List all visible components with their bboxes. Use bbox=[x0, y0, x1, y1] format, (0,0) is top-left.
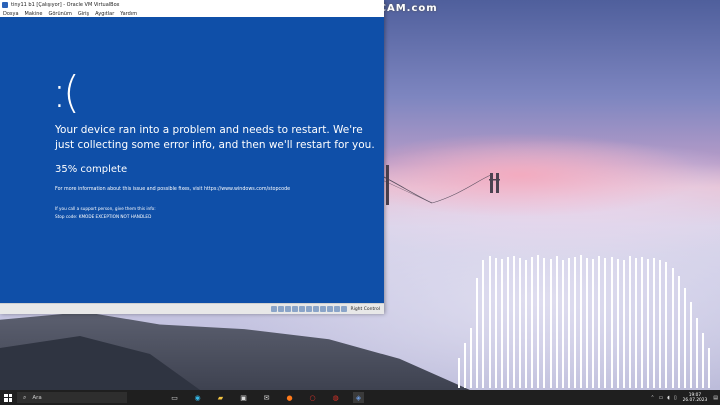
mail-icon[interactable]: ✉ bbox=[261, 392, 272, 403]
visualizer-bar bbox=[641, 257, 643, 388]
visualizer-bar bbox=[567, 258, 570, 388]
visualizer-bar bbox=[610, 257, 613, 388]
visualizer-bar bbox=[695, 318, 698, 388]
virtualbox-window[interactable]: tiny11 b1 [Çalışıyor] - Oracle VM Virtua… bbox=[0, 0, 384, 314]
visualizer-bar bbox=[586, 258, 589, 388]
visualizer-bar bbox=[671, 268, 674, 388]
battery-tray-icon[interactable]: ▯ bbox=[674, 395, 677, 401]
notifications-icon[interactable]: ▤ bbox=[713, 395, 718, 401]
virtualbox-taskbar-icon[interactable]: ◈ bbox=[353, 392, 364, 403]
bsod-progress: 35% complete bbox=[55, 164, 128, 175]
mouse-integration-icon[interactable] bbox=[334, 306, 341, 312]
visualizer-bar bbox=[555, 256, 558, 388]
store-icon[interactable]: ▣ bbox=[238, 392, 249, 403]
visualizer-bar bbox=[580, 255, 582, 388]
visualizer-bar bbox=[708, 348, 711, 388]
shared-folders-icon[interactable] bbox=[306, 306, 313, 312]
visualizer-bar bbox=[537, 255, 540, 388]
visualizer-bar bbox=[592, 259, 595, 388]
visualizer-bar bbox=[561, 260, 564, 388]
audio-visualizer bbox=[458, 250, 720, 388]
recording-icon[interactable] bbox=[320, 306, 327, 312]
tray-chevron-icon[interactable]: ⌃ bbox=[650, 395, 654, 401]
audio-icon[interactable] bbox=[285, 306, 292, 312]
record-icon[interactable]: ◍ bbox=[330, 392, 341, 403]
taskbar-search[interactable]: ⌕ Ara bbox=[17, 392, 127, 403]
cpu-icon[interactable] bbox=[327, 306, 334, 312]
visualizer-bar bbox=[634, 258, 637, 388]
visualizer-bar bbox=[628, 256, 631, 388]
visualizer-bar bbox=[470, 328, 473, 388]
visualizer-bar bbox=[464, 343, 467, 388]
visualizer-bar bbox=[622, 260, 625, 388]
visualizer-bar bbox=[512, 256, 515, 388]
visualizer-bar bbox=[659, 260, 662, 388]
system-tray: ⌃ ▭ ◖ ▯ 19:07 26.07.2023 ▤ bbox=[648, 393, 720, 403]
taskbar-clock[interactable]: 19:07 26.07.2023 bbox=[683, 393, 708, 403]
vm-statusbar: Right Control bbox=[0, 303, 384, 314]
visualizer-bar bbox=[616, 259, 619, 388]
folder-icon[interactable]: ▰ bbox=[215, 392, 226, 403]
volume-tray-icon[interactable]: ◖ bbox=[667, 395, 670, 401]
task-view-icon[interactable]: ▭ bbox=[169, 392, 180, 403]
visualizer-bar bbox=[689, 302, 692, 388]
start-button[interactable] bbox=[4, 393, 12, 402]
visualizer-bar bbox=[598, 256, 601, 388]
bsod-stop-code: Stop code: KMODE EXCEPTION NOT HANDLED bbox=[55, 214, 152, 219]
window-title: tiny11 b1 [Çalışıyor] - Oracle VM Virtua… bbox=[11, 2, 120, 8]
windows-logo-icon bbox=[4, 393, 8, 397]
vm-display[interactable]: :( Your device ran into a problem and ne… bbox=[0, 17, 384, 303]
visualizer-bar bbox=[488, 256, 491, 388]
visualizer-bar bbox=[573, 257, 576, 388]
taskbar: ⌕ Ara ▭ ◉ ▰ ▣ ✉ ● ○ ◍ ◈ ⌃ ▭ ◖ ▯ 19:07 26… bbox=[0, 390, 720, 405]
bsod-message: Your device ran into a problem and needs… bbox=[55, 124, 375, 151]
display-icon[interactable] bbox=[313, 306, 320, 312]
search-icon: ⌕ bbox=[23, 393, 27, 401]
visualizer-bar bbox=[702, 333, 704, 388]
optical-drive-icon[interactable] bbox=[278, 306, 285, 312]
network-icon[interactable] bbox=[292, 306, 299, 312]
edge-icon[interactable]: ◉ bbox=[192, 392, 203, 403]
visualizer-bar bbox=[494, 258, 497, 388]
visualizer-bar bbox=[506, 257, 509, 388]
search-placeholder: Ara bbox=[32, 394, 42, 401]
network-tray-icon[interactable]: ▭ bbox=[659, 395, 664, 401]
keyboard-icon[interactable] bbox=[341, 306, 348, 312]
visualizer-bar bbox=[647, 259, 650, 388]
visualizer-bar bbox=[653, 258, 656, 388]
visualizer-bar bbox=[519, 258, 521, 388]
visualizer-bar bbox=[531, 257, 534, 388]
virtualbox-icon bbox=[2, 2, 8, 8]
visualizer-bar bbox=[458, 358, 460, 388]
visualizer-bar bbox=[665, 262, 668, 388]
firefox-icon[interactable]: ● bbox=[284, 392, 295, 403]
visualizer-bar bbox=[482, 260, 485, 388]
wallpaper-bridge bbox=[380, 165, 500, 205]
sad-face: :( bbox=[52, 67, 80, 118]
visualizer-bar bbox=[500, 259, 503, 388]
usb-icon[interactable] bbox=[299, 306, 306, 312]
hard-disk-icon[interactable] bbox=[271, 306, 278, 312]
visualizer-bar bbox=[549, 259, 552, 388]
visualizer-bar bbox=[476, 278, 479, 388]
visualizer-bar bbox=[604, 258, 607, 388]
visualizer-bar bbox=[543, 258, 546, 388]
host-key-label: Right Control bbox=[350, 306, 380, 312]
bsod-support-text: If you call a support person, give them … bbox=[55, 206, 156, 211]
visualizer-bar bbox=[677, 276, 680, 388]
bsod-info: For more information about this issue an… bbox=[55, 187, 291, 192]
window-titlebar[interactable]: tiny11 b1 [Çalışıyor] - Oracle VM Virtua… bbox=[0, 0, 384, 10]
visualizer-bar bbox=[683, 288, 686, 388]
opera-icon[interactable]: ○ bbox=[307, 392, 318, 403]
bsod-support: If you call a support person, give them … bbox=[55, 205, 156, 221]
clock-date: 26.07.2023 bbox=[682, 397, 708, 403]
search-highlight-image bbox=[127, 390, 163, 405]
visualizer-bar bbox=[525, 260, 528, 388]
